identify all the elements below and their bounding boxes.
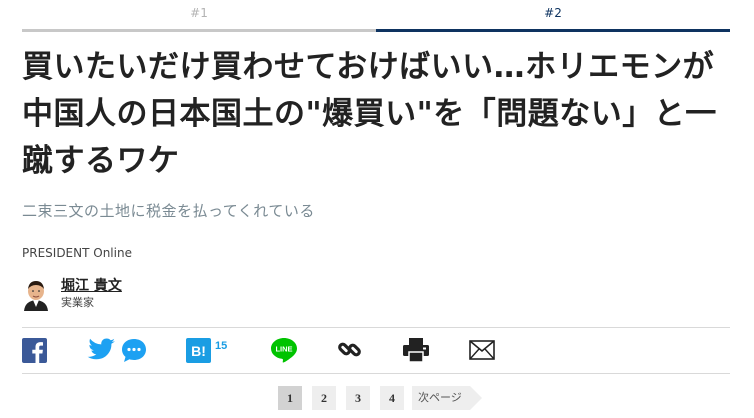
- page-tabs: #1 #2: [22, 0, 730, 32]
- author-avatar[interactable]: [22, 277, 50, 311]
- comment-icon: [122, 339, 146, 362]
- article-source: PRESIDENT Online: [22, 246, 132, 260]
- print-button[interactable]: [402, 336, 430, 364]
- page-button-3[interactable]: 3: [346, 386, 370, 410]
- next-page-button[interactable]: 次ページ: [412, 386, 482, 410]
- divider: [22, 327, 730, 328]
- author-info: 堀江 貴文 実業家: [61, 277, 122, 311]
- link-icon: [338, 342, 361, 357]
- page-button-4[interactable]: 4: [380, 386, 404, 410]
- mail-share-button[interactable]: [468, 336, 496, 364]
- svg-text:B!: B!: [191, 343, 206, 359]
- line-share-button[interactable]: LINE: [270, 336, 298, 364]
- author-role: 実業家: [61, 296, 94, 309]
- mail-icon: [469, 340, 495, 360]
- line-icon: LINE: [271, 338, 297, 363]
- copy-link-button[interactable]: [336, 336, 364, 364]
- svg-text:LINE: LINE: [275, 345, 292, 354]
- pagination: 1 2 3 4 次ページ: [278, 386, 482, 410]
- divider: [22, 373, 730, 374]
- print-icon: [403, 338, 429, 363]
- twitter-icon: [87, 338, 115, 360]
- article-subtitle: 二束三文の土地に税金を払ってくれている: [22, 202, 315, 220]
- article-title: 買いたいだけ買わせておけばいい…ホリエモンが中国人の日本国土の"爆買い"を「問題…: [22, 49, 717, 179]
- twitter-share-button[interactable]: [86, 336, 116, 364]
- comment-share-button[interactable]: [120, 336, 148, 364]
- hatena-bookmark-icon: B!: [186, 337, 211, 363]
- author-block: 堀江 貴文 実業家: [22, 277, 122, 311]
- tab-2[interactable]: #2: [376, 0, 730, 32]
- hatena-bookmark-button[interactable]: B! 15: [186, 336, 227, 364]
- page-button-1[interactable]: 1: [278, 386, 302, 410]
- hatena-count: 15: [215, 340, 228, 352]
- author-name-link[interactable]: 堀江 貴文: [61, 277, 122, 295]
- facebook-share-button[interactable]: [22, 336, 47, 364]
- tab-1[interactable]: #1: [22, 0, 376, 32]
- facebook-icon: [22, 337, 47, 363]
- page-button-2[interactable]: 2: [312, 386, 336, 410]
